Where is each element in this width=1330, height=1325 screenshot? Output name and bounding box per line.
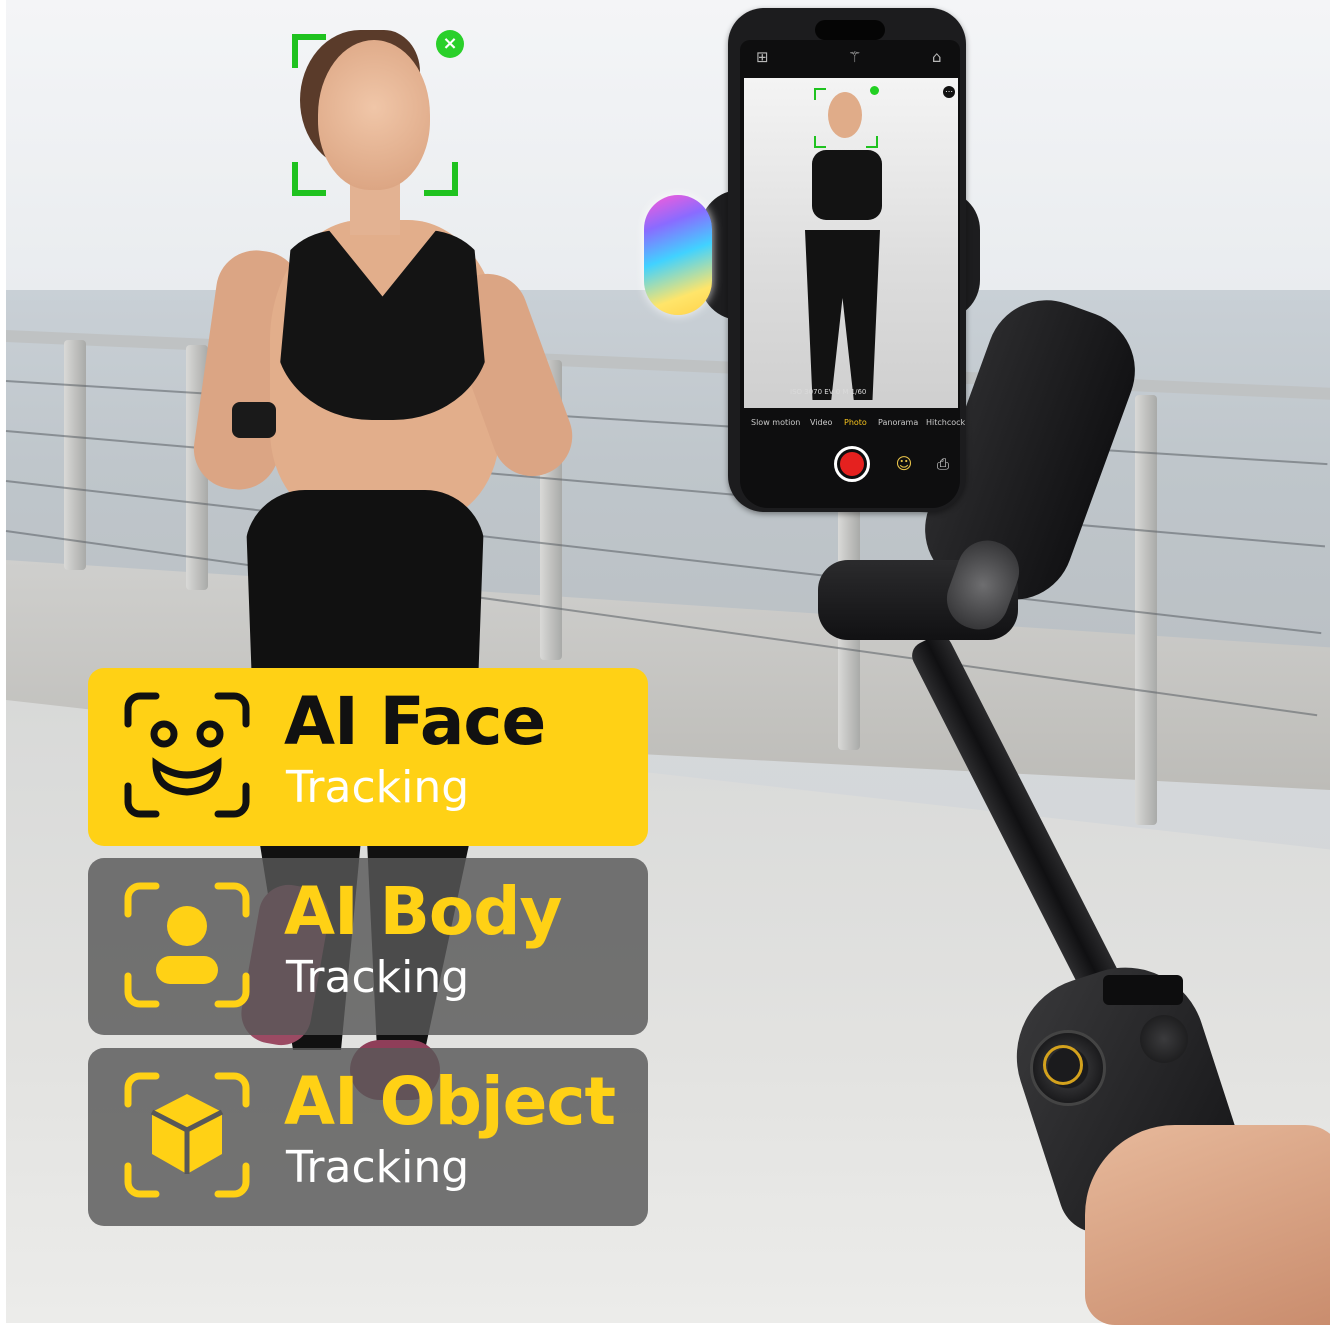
mode-photo[interactable]: Photo bbox=[844, 418, 867, 427]
camera-flip-icon[interactable]: ⎙ bbox=[932, 453, 954, 475]
home-icon[interactable]: ⌂ bbox=[932, 48, 942, 66]
object-scan-icon bbox=[124, 1072, 250, 1198]
feature-subtitle: Tracking bbox=[286, 952, 470, 1003]
feature-title: AI Body bbox=[284, 873, 563, 950]
mode-slow-motion[interactable]: Slow motion bbox=[751, 418, 800, 427]
feature-title: AI Face bbox=[284, 683, 546, 760]
mode-video[interactable]: Video bbox=[810, 418, 832, 427]
feature-card-face: AI Face Tracking bbox=[88, 668, 648, 846]
dynamic-island bbox=[815, 20, 885, 40]
record-icon[interactable] bbox=[840, 452, 864, 476]
preview-runner-torso bbox=[812, 150, 882, 220]
magic-wand-icon[interactable]: ⚚ bbox=[848, 48, 861, 66]
frame-corner bbox=[814, 88, 826, 100]
frame-corner bbox=[292, 34, 326, 68]
handle-status-screen bbox=[1103, 975, 1183, 1005]
camera-mode-bar: Slow motion Video Photo Panorama Hitchco… bbox=[744, 418, 965, 432]
more-icon[interactable]: ⋯ bbox=[943, 86, 955, 98]
frame-corner bbox=[866, 136, 878, 148]
feature-subtitle: Tracking bbox=[286, 762, 470, 813]
runner-watch bbox=[232, 402, 276, 438]
mode-hitchcock[interactable]: Hitchcock bbox=[926, 418, 965, 427]
grid-icon[interactable]: ⊞ bbox=[756, 48, 769, 66]
joystick-icon bbox=[1140, 1015, 1188, 1063]
frame-corner bbox=[814, 136, 826, 148]
zoom-wheel-ring bbox=[1043, 1045, 1083, 1085]
tracking-dot-icon bbox=[870, 86, 879, 95]
frame-corner bbox=[424, 162, 458, 196]
frame-corner bbox=[292, 162, 326, 196]
hand bbox=[1085, 1125, 1330, 1325]
mode-panorama[interactable]: Panorama bbox=[878, 418, 918, 427]
body-scan-icon bbox=[124, 882, 250, 1008]
face-tracking-frame bbox=[292, 34, 458, 196]
feature-card-object: AI Object Tracking bbox=[88, 1048, 648, 1226]
face-scan-icon bbox=[124, 692, 250, 818]
close-tracking-icon[interactable]: × bbox=[436, 30, 464, 58]
face-tracking-mode-icon[interactable]: ☺ bbox=[893, 453, 915, 475]
feature-title: AI Object bbox=[284, 1063, 616, 1140]
railing-post bbox=[1135, 395, 1157, 825]
railing-post bbox=[64, 340, 86, 570]
feature-card-body: AI Body Tracking bbox=[88, 858, 648, 1035]
preview-face-frame bbox=[814, 88, 878, 148]
rgb-fill-light bbox=[644, 195, 712, 315]
feature-subtitle: Tracking bbox=[286, 1142, 470, 1193]
camera-parameters: ISO 3070 EV 0 M 1/60 bbox=[790, 388, 867, 396]
